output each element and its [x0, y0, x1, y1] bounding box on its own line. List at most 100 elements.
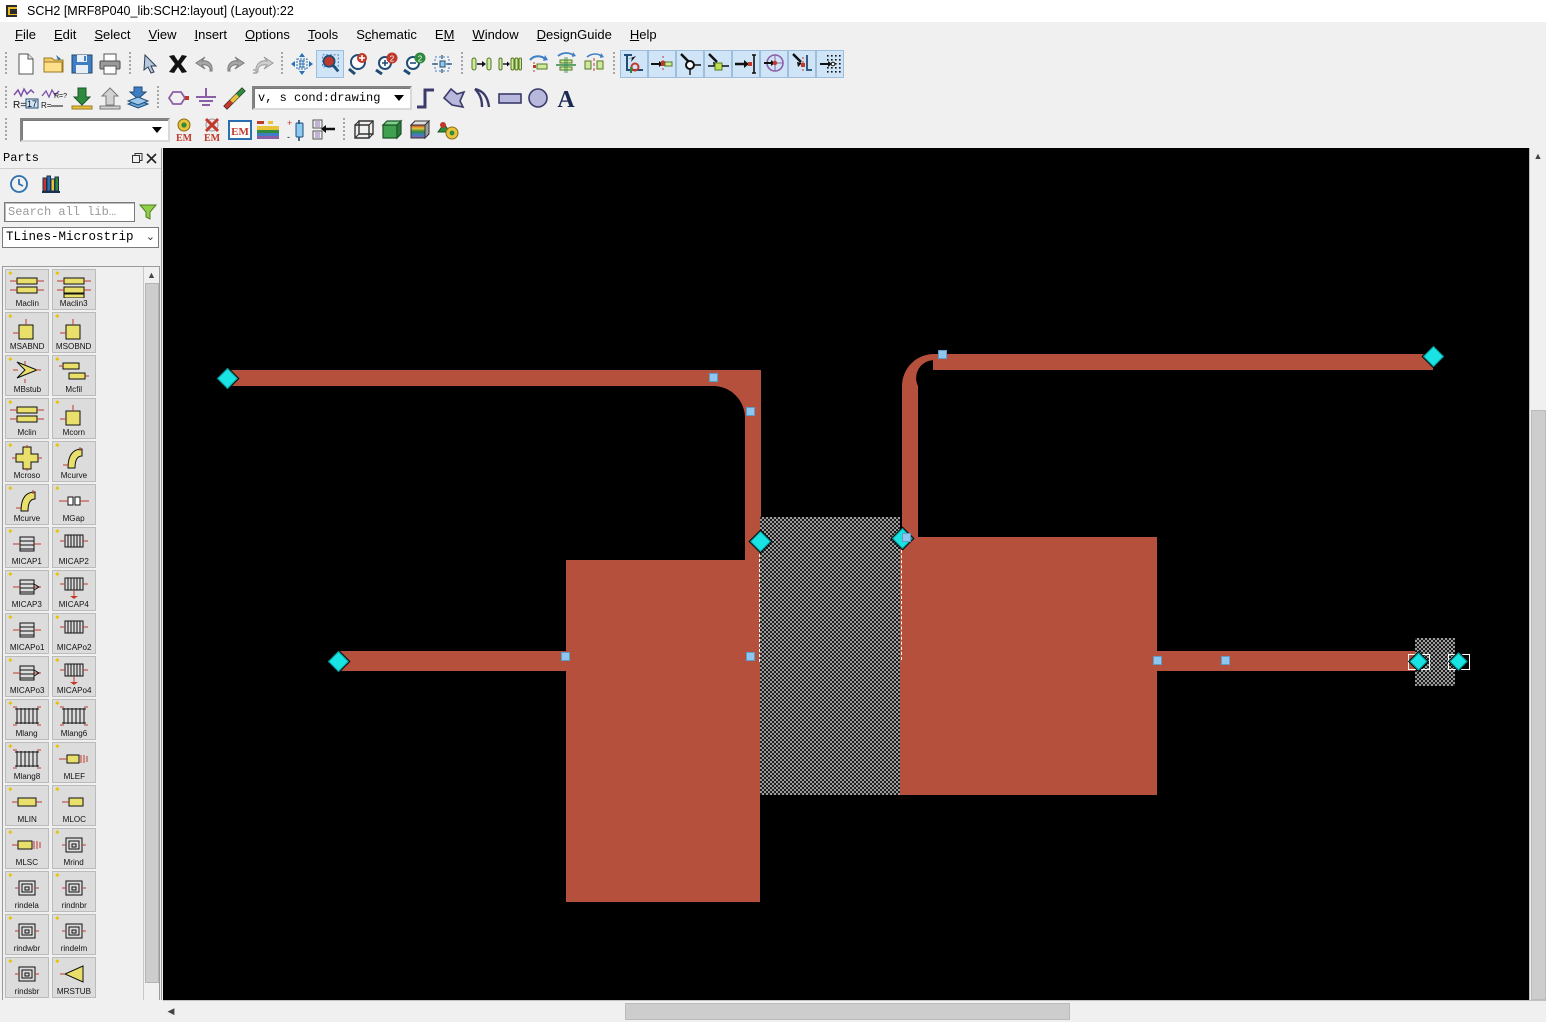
text-icon[interactable]: A	[552, 84, 580, 112]
favorite-star-icon[interactable]: ✦	[7, 829, 14, 837]
part-item-micap3[interactable]: ✦ MICAP3	[5, 570, 49, 611]
polyline-icon[interactable]	[412, 84, 440, 112]
canvas-vertical-scrollbar[interactable]: ▲	[1529, 148, 1546, 1000]
library-select[interactable]: TLines-Microstrip ⌄	[2, 226, 159, 248]
insert-ground-icon[interactable]	[192, 84, 220, 112]
menu-em[interactable]: EM	[426, 24, 464, 45]
zoom-in-2x-icon[interactable]: 2	[372, 50, 400, 78]
canvas-scroll-left-button[interactable]: ◀	[163, 1002, 179, 1022]
menu-select[interactable]: Select	[85, 24, 139, 45]
tune-parameters-icon[interactable]: R= R=?	[40, 84, 68, 112]
restore-panel-icon[interactable]	[130, 151, 144, 165]
favorite-star-icon[interactable]: ✦	[7, 958, 14, 966]
part-item-mgap[interactable]: ✦ MGap	[52, 484, 96, 525]
menu-help[interactable]: Help	[621, 24, 666, 45]
favorite-star-icon[interactable]: ✦	[54, 915, 61, 923]
mirror-x-icon[interactable]	[552, 50, 580, 78]
em-options-icon[interactable]	[434, 116, 462, 144]
favorite-star-icon[interactable]: ✦	[54, 958, 61, 966]
view-3d-layers-icon[interactable]	[406, 116, 434, 144]
part-item-mlsc[interactable]: ✦ MLSC	[5, 828, 49, 869]
selection-handle[interactable]	[938, 350, 947, 359]
selection-handle[interactable]	[902, 533, 911, 542]
snap-vertex-icon[interactable]	[676, 50, 704, 78]
favorite-star-icon[interactable]: ✦	[7, 614, 14, 622]
left-pad[interactable]	[566, 560, 760, 902]
part-item-mlef[interactable]: ✦ MLEF	[52, 742, 96, 783]
favorite-star-icon[interactable]: ✦	[7, 442, 14, 450]
em-stop-icon[interactable]: EM	[198, 116, 226, 144]
menu-view[interactable]: View	[140, 24, 186, 45]
center-hatched-die[interactable]	[760, 517, 900, 795]
selection-handle[interactable]	[709, 373, 718, 382]
part-item-rindsbr[interactable]: ✦ rindsbr	[5, 957, 49, 998]
em-setup-icon[interactable]: EM	[170, 116, 198, 144]
canvas-horizontal-scroll-thumb[interactable]	[625, 1003, 1070, 1020]
parts-scroll-thumb[interactable]	[145, 283, 159, 983]
parts-grid-container[interactable]: ✦ Maclin ✦ Maclin3 ✦ MSABND ✦ MSOBND ✦ MBstu…	[2, 266, 160, 1020]
new-icon[interactable]	[12, 50, 40, 78]
part-item-mlin[interactable]: ✦ MLIN	[5, 785, 49, 826]
top-right-vertical-trace[interactable]	[902, 388, 918, 548]
menu-file[interactable]: File	[6, 24, 45, 45]
part-item-mclin[interactable]: ✦ Mclin	[5, 398, 49, 439]
favorite-star-icon[interactable]: ✦	[54, 743, 61, 751]
print-icon[interactable]	[96, 50, 124, 78]
parts-scrollbar[interactable]: ▲ ▼	[143, 267, 159, 1019]
substrate-stack-icon[interactable]	[254, 116, 282, 144]
undo-icon[interactable]	[192, 50, 220, 78]
canvas-scroll-up-button[interactable]: ▲	[1530, 148, 1546, 163]
canvas-horizontal-scrollbar[interactable]: ◀	[163, 1000, 1546, 1022]
menu-window[interactable]: Window	[463, 24, 527, 45]
part-item-micapo1[interactable]: ✦ MICAPo1	[5, 613, 49, 654]
em-badge-icon[interactable]: EM	[226, 116, 254, 144]
flatten-layers-icon[interactable]	[124, 84, 152, 112]
align-left-icon[interactable]	[468, 50, 496, 78]
arc-icon[interactable]	[468, 84, 496, 112]
part-item-maclin3[interactable]: ✦ Maclin3	[52, 269, 96, 310]
menu-tools[interactable]: Tools	[299, 24, 347, 45]
part-item-rindelm[interactable]: ✦ rindelm	[52, 914, 96, 955]
part-item-micapo2[interactable]: ✦ MICAPo2	[52, 613, 96, 654]
favorite-star-icon[interactable]: ✦	[7, 786, 14, 794]
selection-handle[interactable]	[746, 407, 755, 416]
part-item-micapo4[interactable]: ✦ MICAPo4	[52, 656, 96, 697]
mid-left-feed-trace[interactable]	[338, 651, 570, 671]
search-input[interactable]: Search all lib…	[4, 202, 135, 222]
part-item-mbstub[interactable]: ✦ MBstub	[5, 355, 49, 396]
snap-pin-icon[interactable]	[648, 50, 676, 78]
push-into-icon[interactable]	[68, 84, 96, 112]
part-item-mrstub[interactable]: ✦ MRSTUB	[52, 957, 96, 998]
snap-intersect-icon[interactable]	[788, 50, 816, 78]
part-item-mlang[interactable]: ✦ Mlang	[5, 699, 49, 740]
part-item-msobnd[interactable]: ✦ MSOBND	[52, 312, 96, 353]
favorite-star-icon[interactable]: ✦	[54, 700, 61, 708]
part-item-mrind[interactable]: ✦ Mrind	[52, 828, 96, 869]
favorite-star-icon[interactable]: ✦	[7, 915, 14, 923]
menu-designguide[interactable]: DesignGuide	[528, 24, 621, 45]
favorite-star-icon[interactable]: ✦	[54, 872, 61, 880]
favorite-star-icon[interactable]: ✦	[7, 743, 14, 751]
favorite-star-icon[interactable]: ✦	[7, 700, 14, 708]
favorite-star-icon[interactable]: ✦	[7, 485, 14, 493]
zoom-out-2x-icon[interactable]: 2	[400, 50, 428, 78]
view-3d-solid-icon[interactable]	[378, 116, 406, 144]
favorite-star-icon[interactable]: ✦	[54, 356, 61, 364]
favorite-star-icon[interactable]: ✦	[7, 571, 14, 579]
cursor-arrow-icon[interactable]	[136, 50, 164, 78]
menu-options[interactable]: Options	[236, 24, 299, 45]
favorite-star-icon[interactable]: ✦	[54, 829, 61, 837]
favorite-star-icon[interactable]: ✦	[54, 657, 61, 665]
circle-icon[interactable]	[524, 84, 552, 112]
favorite-star-icon[interactable]: ✦	[7, 657, 14, 665]
em-setup-combo[interactable]	[20, 118, 170, 142]
favorite-star-icon[interactable]: ✦	[54, 528, 61, 536]
part-item-rindela[interactable]: ✦ rindela	[5, 871, 49, 912]
mid-right-feed-trace[interactable]	[1155, 651, 1419, 671]
snap-midpoint-icon[interactable]	[760, 50, 788, 78]
canvas-vertical-scroll-thumb[interactable]	[1531, 410, 1546, 1000]
favorite-star-icon[interactable]: ✦	[7, 356, 14, 364]
favorite-star-icon[interactable]: ✦	[7, 528, 14, 536]
library-icon[interactable]	[40, 173, 62, 195]
favorite-star-icon[interactable]: ✦	[54, 313, 61, 321]
